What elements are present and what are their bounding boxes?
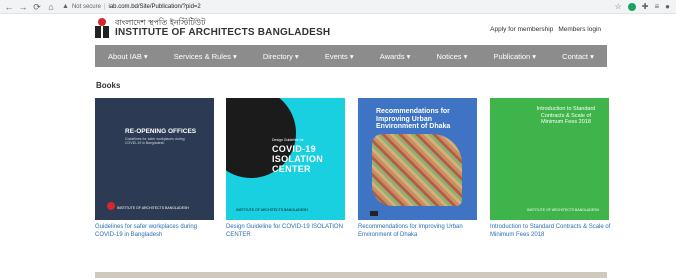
cover-kicker: Design Guideline for — [272, 138, 304, 142]
site-title-english: INSTITUTE OF ARCHITECTS BANGLADESH — [115, 27, 331, 38]
address-bar[interactable]: ▲ Not secure | iab.com.bd/Site/Publicati… — [62, 3, 201, 10]
main-nav: About IAB ▾ Services & Rules ▾ Directory… — [95, 45, 607, 67]
back-icon[interactable]: ← — [4, 2, 14, 12]
nav-publication[interactable]: Publication ▾ — [494, 52, 537, 61]
cover-footer: INSTITUTE OF ARCHITECTS BANGLADESH — [117, 206, 189, 210]
nav-contact[interactable]: Contact ▾ — [562, 52, 594, 61]
extension-icon[interactable] — [627, 3, 636, 11]
book-caption-link[interactable]: Guidelines for safer workplaces during C… — [95, 223, 216, 239]
book-caption-link[interactable]: Recommendations for Improving Urban Envi… — [358, 223, 479, 239]
book-caption-link[interactable]: Design Guideline for COVID-19 ISOLATION … — [226, 223, 347, 239]
site-title[interactable]: বাংলাদেশ স্থপতি ইনস্টিটিউট INSTITUTE OF … — [115, 18, 330, 39]
book-card[interactable]: RE-OPENING OFFICES Guidelines for safer … — [95, 98, 216, 239]
book-card[interactable]: Recommendations for Improving Urban Envi… — [358, 98, 479, 239]
book-cover[interactable]: Introduction to Standard Contracts & Sca… — [490, 98, 609, 220]
section-title: Books — [96, 81, 121, 90]
book-cover[interactable]: Recommendations for Improving Urban Envi… — [358, 98, 477, 220]
cover-subtitle: Guidelines for safer workplaces during C… — [125, 137, 185, 145]
cover-title: COVID-19 ISOLATION CENTER — [272, 144, 324, 174]
playlist-icon[interactable]: ≡ — [654, 2, 659, 12]
site-title-bangla: বাংলাদেশ স্থপতি ইনস্টিটিউট — [115, 18, 206, 27]
cover-title: Introduction to Standard Contracts & Sca… — [536, 106, 596, 125]
book-cover[interactable]: RE-OPENING OFFICES Guidelines for safer … — [95, 98, 214, 220]
home-icon[interactable]: ⌂ — [46, 2, 56, 12]
nav-events[interactable]: Events ▾ — [325, 52, 354, 61]
nav-awards[interactable]: Awards ▾ — [380, 52, 411, 61]
warning-icon: ▲ — [62, 3, 69, 10]
browser-toolbar: ← → ⟳ ⌂ ▲ Not secure | iab.com.bd/Site/P… — [0, 0, 676, 14]
nav-notices[interactable]: Notices ▾ — [437, 52, 468, 61]
reload-icon[interactable]: ⟳ — [32, 2, 42, 12]
security-label: Not secure — [71, 3, 101, 10]
nav-about[interactable]: About IAB ▾ — [108, 52, 148, 61]
nav-directory[interactable]: Directory ▾ — [263, 52, 299, 61]
url-text[interactable]: iab.com.bd/Site/Publication/?pid=2 — [109, 4, 201, 10]
site-header: বাংলাদেশ স্থপতি ইনস্টিটিউট INSTITUTE OF … — [95, 15, 607, 45]
members-login-link[interactable]: Members login — [558, 26, 601, 33]
star-icon[interactable]: ☆ — [615, 2, 622, 12]
puzzle-icon[interactable]: ✚ — [642, 2, 649, 12]
book-card[interactable]: Design Guideline for COVID-19 ISOLATION … — [226, 98, 347, 239]
cover-title: RE-OPENING OFFICES — [125, 128, 197, 135]
footer-bar — [95, 272, 607, 278]
dhaka-map-image — [372, 134, 462, 206]
book-card[interactable]: Introduction to Standard Contracts & Sca… — [490, 98, 611, 239]
iab-logo-icon — [370, 211, 378, 216]
forward-icon[interactable]: → — [18, 2, 28, 12]
cover-title: Recommendations for Improving Urban Envi… — [376, 108, 451, 130]
cover-footer: INSTITUTE OF ARCHITECTS BANGLADESH — [527, 208, 599, 212]
address-separator: | — [103, 3, 106, 10]
iab-logo[interactable] — [95, 17, 111, 41]
book-caption-link[interactable]: Introduction to Standard Contracts & Sca… — [490, 223, 611, 239]
profile-icon[interactable]: ● — [665, 2, 670, 12]
apply-membership-link[interactable]: Apply for membership — [490, 26, 553, 33]
nav-services[interactable]: Services & Rules ▾ — [174, 52, 237, 61]
book-cover[interactable]: Design Guideline for COVID-19 ISOLATION … — [226, 98, 345, 220]
cover-footer: INSTITUTE OF ARCHITECTS BANGLADESH — [236, 208, 308, 212]
iab-logo-icon — [107, 202, 115, 210]
